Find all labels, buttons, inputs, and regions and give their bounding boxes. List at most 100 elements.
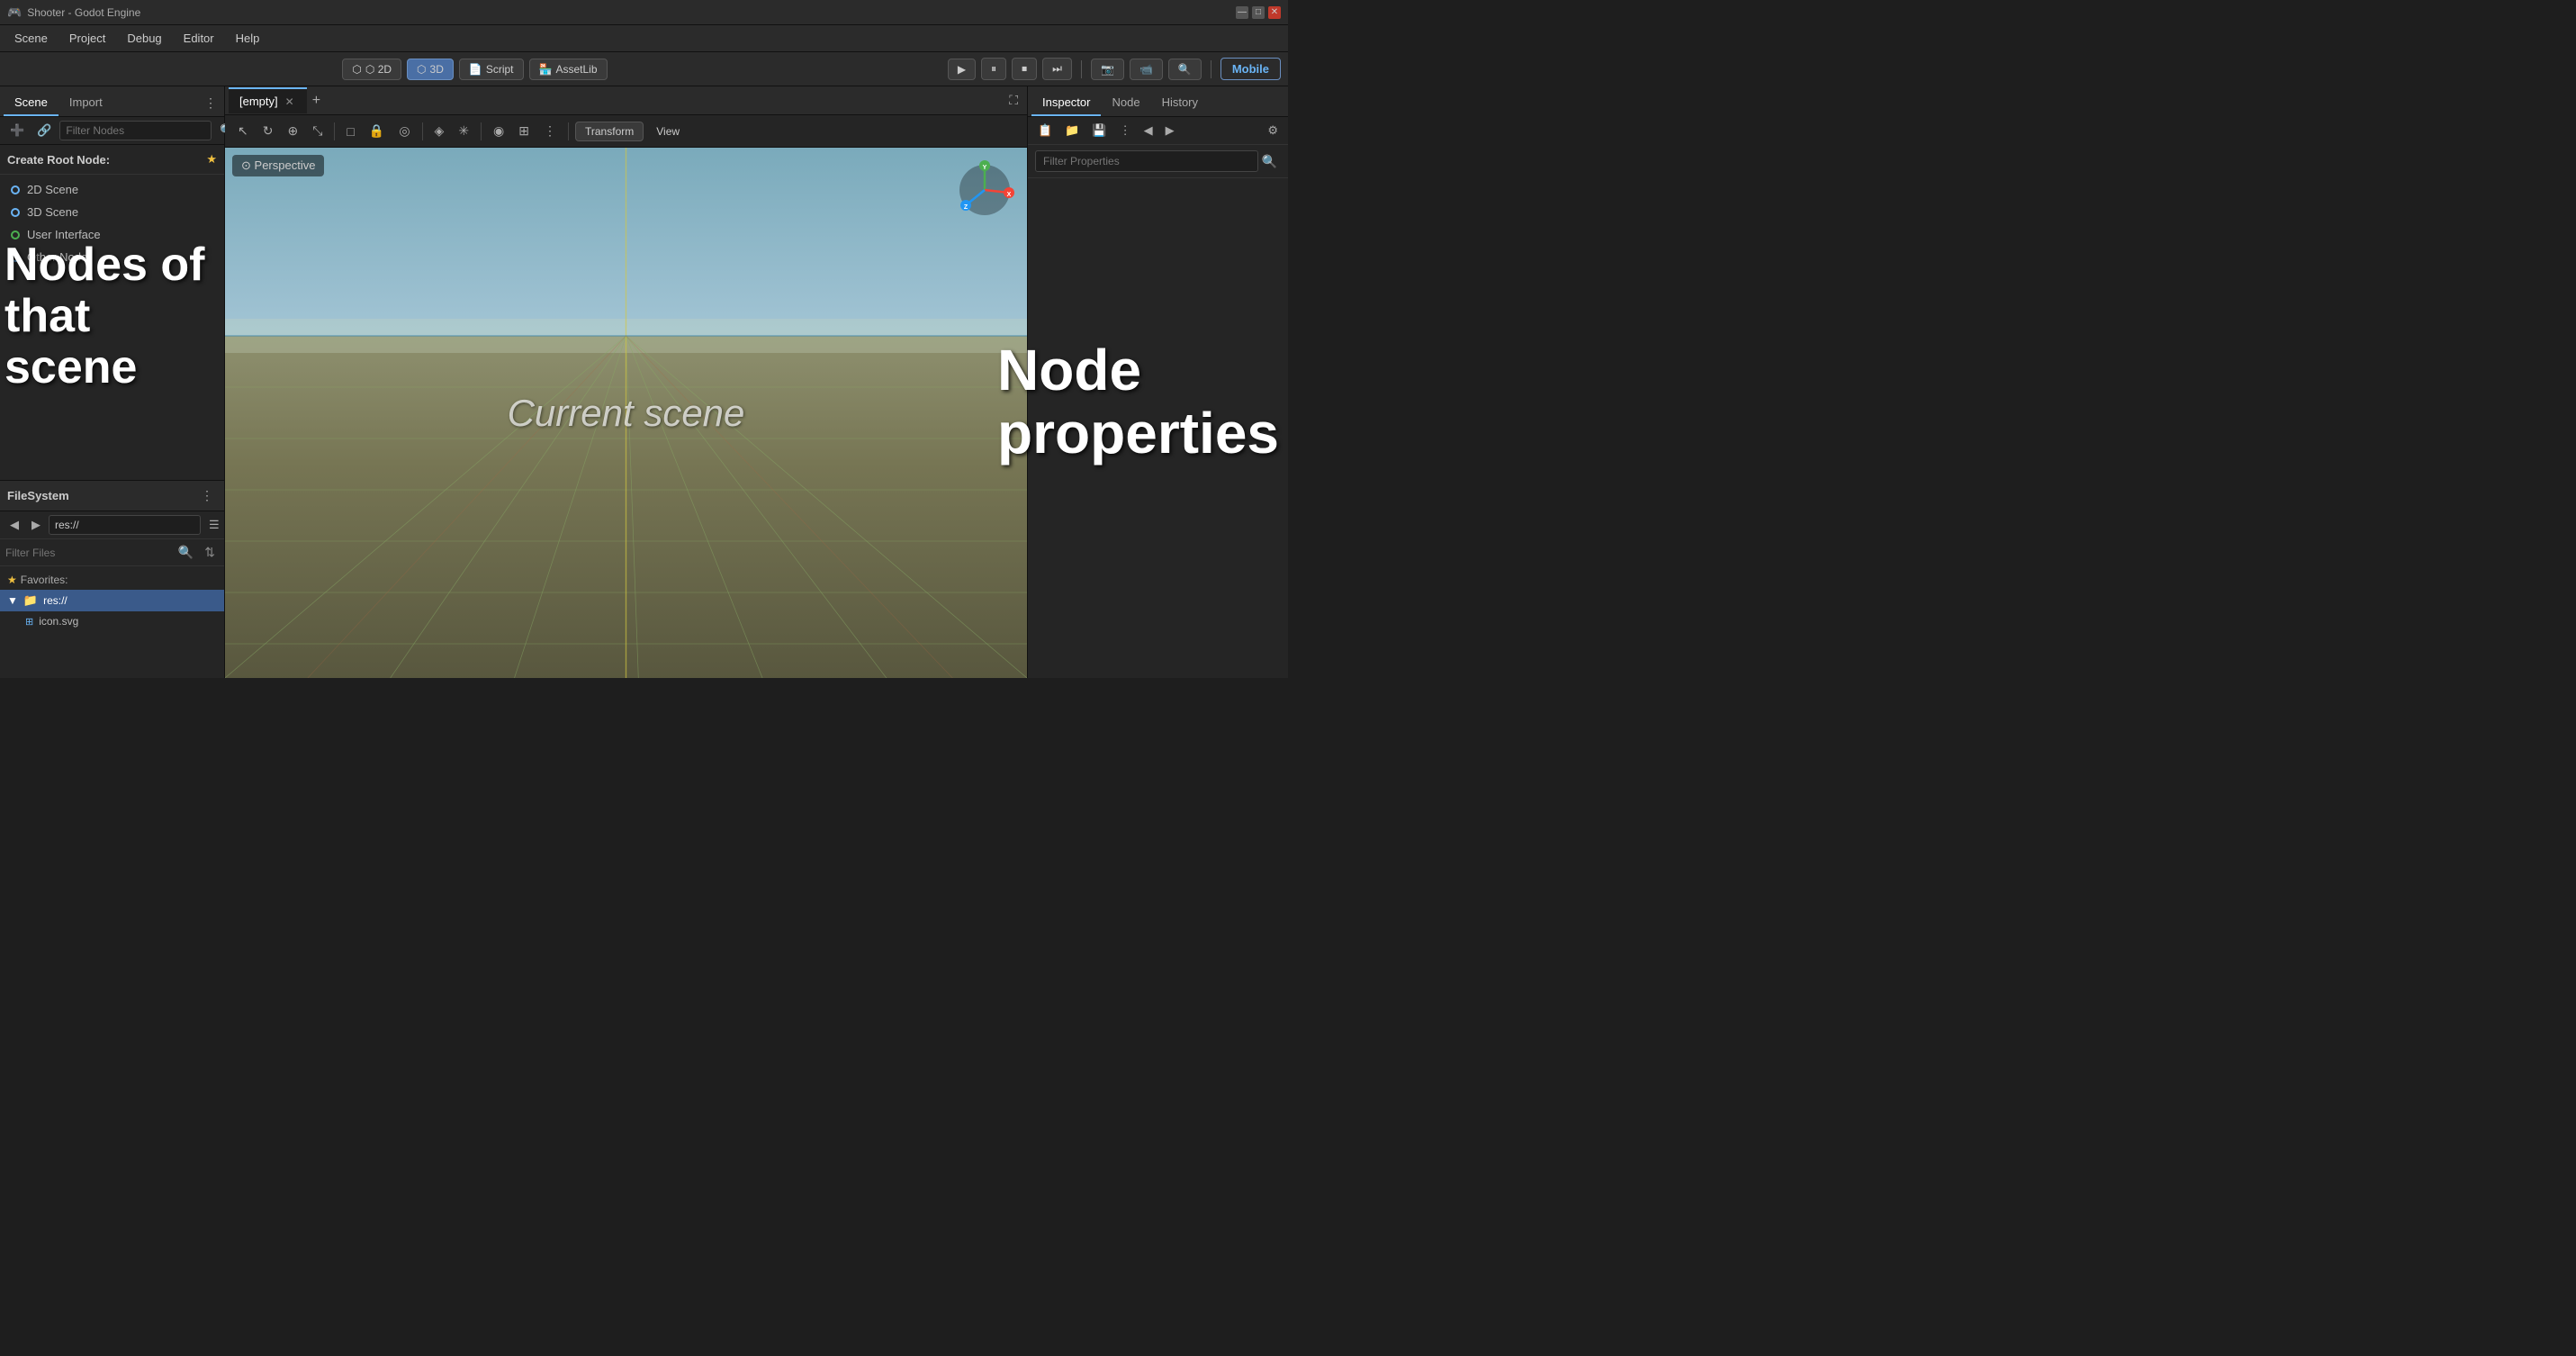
filter-files-search-icon[interactable]: 🔍 bbox=[175, 543, 197, 562]
node-label-3dscene: 3D Scene bbox=[27, 205, 78, 219]
pivot-tool-button[interactable]: ◎ bbox=[393, 120, 415, 142]
select-tool-button[interactable]: ↖ bbox=[232, 120, 254, 142]
inspector-back-button[interactable]: ◀ bbox=[1139, 121, 1157, 140]
title-bar-left: 🎮 Shooter - Godot Engine bbox=[7, 5, 140, 20]
scene-tabs-options-button[interactable]: ⋮ bbox=[201, 94, 221, 113]
rotate-tool-button[interactable]: ↻ bbox=[257, 120, 279, 142]
title-text: Shooter - Godot Engine bbox=[27, 6, 140, 19]
vp-tool-sep-1 bbox=[334, 122, 335, 140]
favorite-star-icon: ★ bbox=[206, 152, 217, 167]
scale-tool-button[interactable]: ⤡ bbox=[307, 120, 328, 142]
viewport-more-button[interactable]: ⋮ bbox=[538, 120, 562, 142]
env-tool-button[interactable]: ◉ bbox=[488, 120, 509, 142]
create-root-label: Create Root Node: bbox=[7, 153, 110, 167]
camera-b-button[interactable]: 📹 bbox=[1130, 59, 1163, 80]
filter-nodes-input[interactable] bbox=[59, 121, 212, 140]
filter-properties-search-icon[interactable]: 🔍 bbox=[1258, 152, 1281, 171]
node-item-2dscene[interactable]: 2D Scene bbox=[0, 178, 224, 201]
minimize-button[interactable]: — bbox=[1236, 6, 1248, 19]
viewport-add-tab-button[interactable]: + bbox=[307, 93, 326, 109]
inspector-options-button[interactable]: ⋮ bbox=[1115, 121, 1136, 140]
inspector-forward-button[interactable]: ▶ bbox=[1161, 121, 1179, 140]
maximize-button[interactable]: □ bbox=[1252, 6, 1265, 19]
btn-3d[interactable]: ⬡ 3D bbox=[407, 59, 454, 80]
pan-tool-button[interactable]: ⊕ bbox=[282, 120, 303, 142]
node-item-othernode[interactable]: Other Node bbox=[0, 246, 224, 268]
assetlib-label: AssetLib bbox=[555, 63, 597, 76]
tab-inspector[interactable]: Inspector bbox=[1031, 90, 1101, 116]
fs-path-input[interactable] bbox=[49, 515, 201, 535]
tab-history[interactable]: History bbox=[1151, 90, 1209, 116]
mesh-tool-button[interactable]: ◈ bbox=[429, 120, 450, 142]
fs-back-button[interactable]: ◀ bbox=[5, 515, 23, 535]
fs-layout-button[interactable]: ☰ bbox=[204, 515, 224, 535]
group-tool-button[interactable]: ⊞ bbox=[513, 120, 535, 142]
inspector-save-button[interactable]: 💾 bbox=[1087, 121, 1111, 140]
app-icon: 🎮 bbox=[7, 5, 22, 20]
camera-a-button[interactable]: 📷 bbox=[1091, 59, 1124, 80]
rect-tool-button[interactable]: □ bbox=[341, 121, 359, 142]
fs-item-res[interactable]: ▼ 📁 res:// bbox=[0, 590, 224, 611]
lock-tool-button[interactable]: 🔒 bbox=[364, 120, 390, 142]
scene-tab-actions: ⋮ bbox=[201, 94, 221, 116]
node-item-3dscene[interactable]: 3D Scene bbox=[0, 201, 224, 223]
tab-import[interactable]: Import bbox=[59, 90, 113, 116]
menu-editor[interactable]: Editor bbox=[175, 28, 223, 49]
btn-assetlib[interactable]: 🏪 AssetLib bbox=[529, 59, 608, 80]
snap-tool-button[interactable]: ✳ bbox=[453, 120, 474, 142]
fs-folder-icon-res: 📁 bbox=[23, 593, 38, 608]
filter-properties-input[interactable] bbox=[1035, 150, 1258, 172]
filesystem-options-button[interactable]: ⋮ bbox=[197, 486, 217, 505]
viewport-tab-empty[interactable]: [empty] ✕ bbox=[229, 87, 307, 113]
create-root-section: Create Root Node: ★ bbox=[0, 145, 224, 175]
node-label-2dscene: 2D Scene bbox=[27, 183, 78, 196]
tab-scene[interactable]: Scene bbox=[4, 90, 59, 116]
viewport-toolbar: ↖ ↻ ⊕ ⤡ □ 🔒 ◎ ◈ ✳ ◉ ⊞ ⋮ Transform View bbox=[225, 115, 1027, 148]
filesystem-filter: 🔍 ⇅ bbox=[0, 539, 224, 566]
play-button[interactable]: ▶ bbox=[948, 59, 976, 80]
inspector-load-button[interactable]: 📁 bbox=[1060, 121, 1084, 140]
node-properties-annotation: Nodeproperties bbox=[997, 339, 1279, 466]
fs-file-icon-svg: ⊞ bbox=[25, 616, 33, 628]
menu-help[interactable]: Help bbox=[227, 28, 269, 49]
instance-scene-button[interactable]: 🔗 bbox=[32, 121, 56, 140]
fs-item-iconsvg[interactable]: ⊞ icon.svg bbox=[0, 611, 224, 631]
vp-tool-sep-3 bbox=[481, 122, 482, 140]
filesystem-tree: ★ Favorites: ▼ 📁 res:// ⊞ icon.svg bbox=[0, 566, 224, 678]
favorites-label: Favorites: bbox=[21, 574, 68, 586]
btn-2d[interactable]: ⬡ ⬡ 2D bbox=[342, 59, 401, 80]
perspective-label[interactable]: ⊙ Perspective bbox=[232, 155, 324, 176]
add-node-button[interactable]: ➕ bbox=[5, 121, 29, 140]
inspector-toolbar: 📋 📁 💾 ⋮ ◀ ▶ ⚙ bbox=[1028, 117, 1288, 145]
filter-files-sort-icon[interactable]: ⇅ bbox=[201, 543, 219, 562]
scene-3d bbox=[225, 148, 1027, 678]
fs-forward-button[interactable]: ▶ bbox=[27, 515, 45, 535]
2d-icon: ⬡ bbox=[352, 63, 361, 76]
viewport-3d[interactable]: ⊙ Perspective Current scene Y X bbox=[225, 148, 1027, 678]
menu-scene[interactable]: Scene bbox=[5, 28, 57, 49]
stop-button[interactable]: ⏹ bbox=[1012, 58, 1037, 80]
filter-properties: 🔍 bbox=[1028, 145, 1288, 178]
btn-script[interactable]: 📄 Script bbox=[459, 59, 524, 80]
menu-debug[interactable]: Debug bbox=[118, 28, 170, 49]
mobile-button[interactable]: Mobile bbox=[1220, 58, 1281, 80]
node-item-userinterface[interactable]: User Interface bbox=[0, 223, 224, 246]
pause-button[interactable]: ⏸ bbox=[981, 58, 1006, 80]
inspector-new-script-button[interactable]: 📋 bbox=[1033, 121, 1057, 140]
script-icon: 📄 bbox=[469, 63, 482, 76]
step-button[interactable]: ⏭ bbox=[1042, 58, 1072, 80]
inspector-settings-button[interactable]: ⚙ bbox=[1263, 121, 1283, 140]
view-button[interactable]: View bbox=[647, 122, 689, 140]
viewport-tab-label: [empty] bbox=[239, 95, 278, 108]
transform-button[interactable]: Transform bbox=[575, 122, 644, 141]
menu-bar: Scene Project Debug Editor Help bbox=[0, 25, 1288, 52]
viewport-tab-close-button[interactable]: ✕ bbox=[284, 95, 296, 108]
toolbar-separator bbox=[1081, 60, 1082, 78]
script-label: Script bbox=[486, 63, 514, 76]
viewport-fullscreen-button[interactable]: ⛶ bbox=[1004, 89, 1023, 112]
tab-node[interactable]: Node bbox=[1101, 90, 1150, 116]
filter-files-input[interactable] bbox=[5, 547, 171, 559]
close-button[interactable]: ✕ bbox=[1268, 6, 1281, 19]
menu-project[interactable]: Project bbox=[60, 28, 114, 49]
search-button[interactable]: 🔍 bbox=[1168, 59, 1202, 80]
